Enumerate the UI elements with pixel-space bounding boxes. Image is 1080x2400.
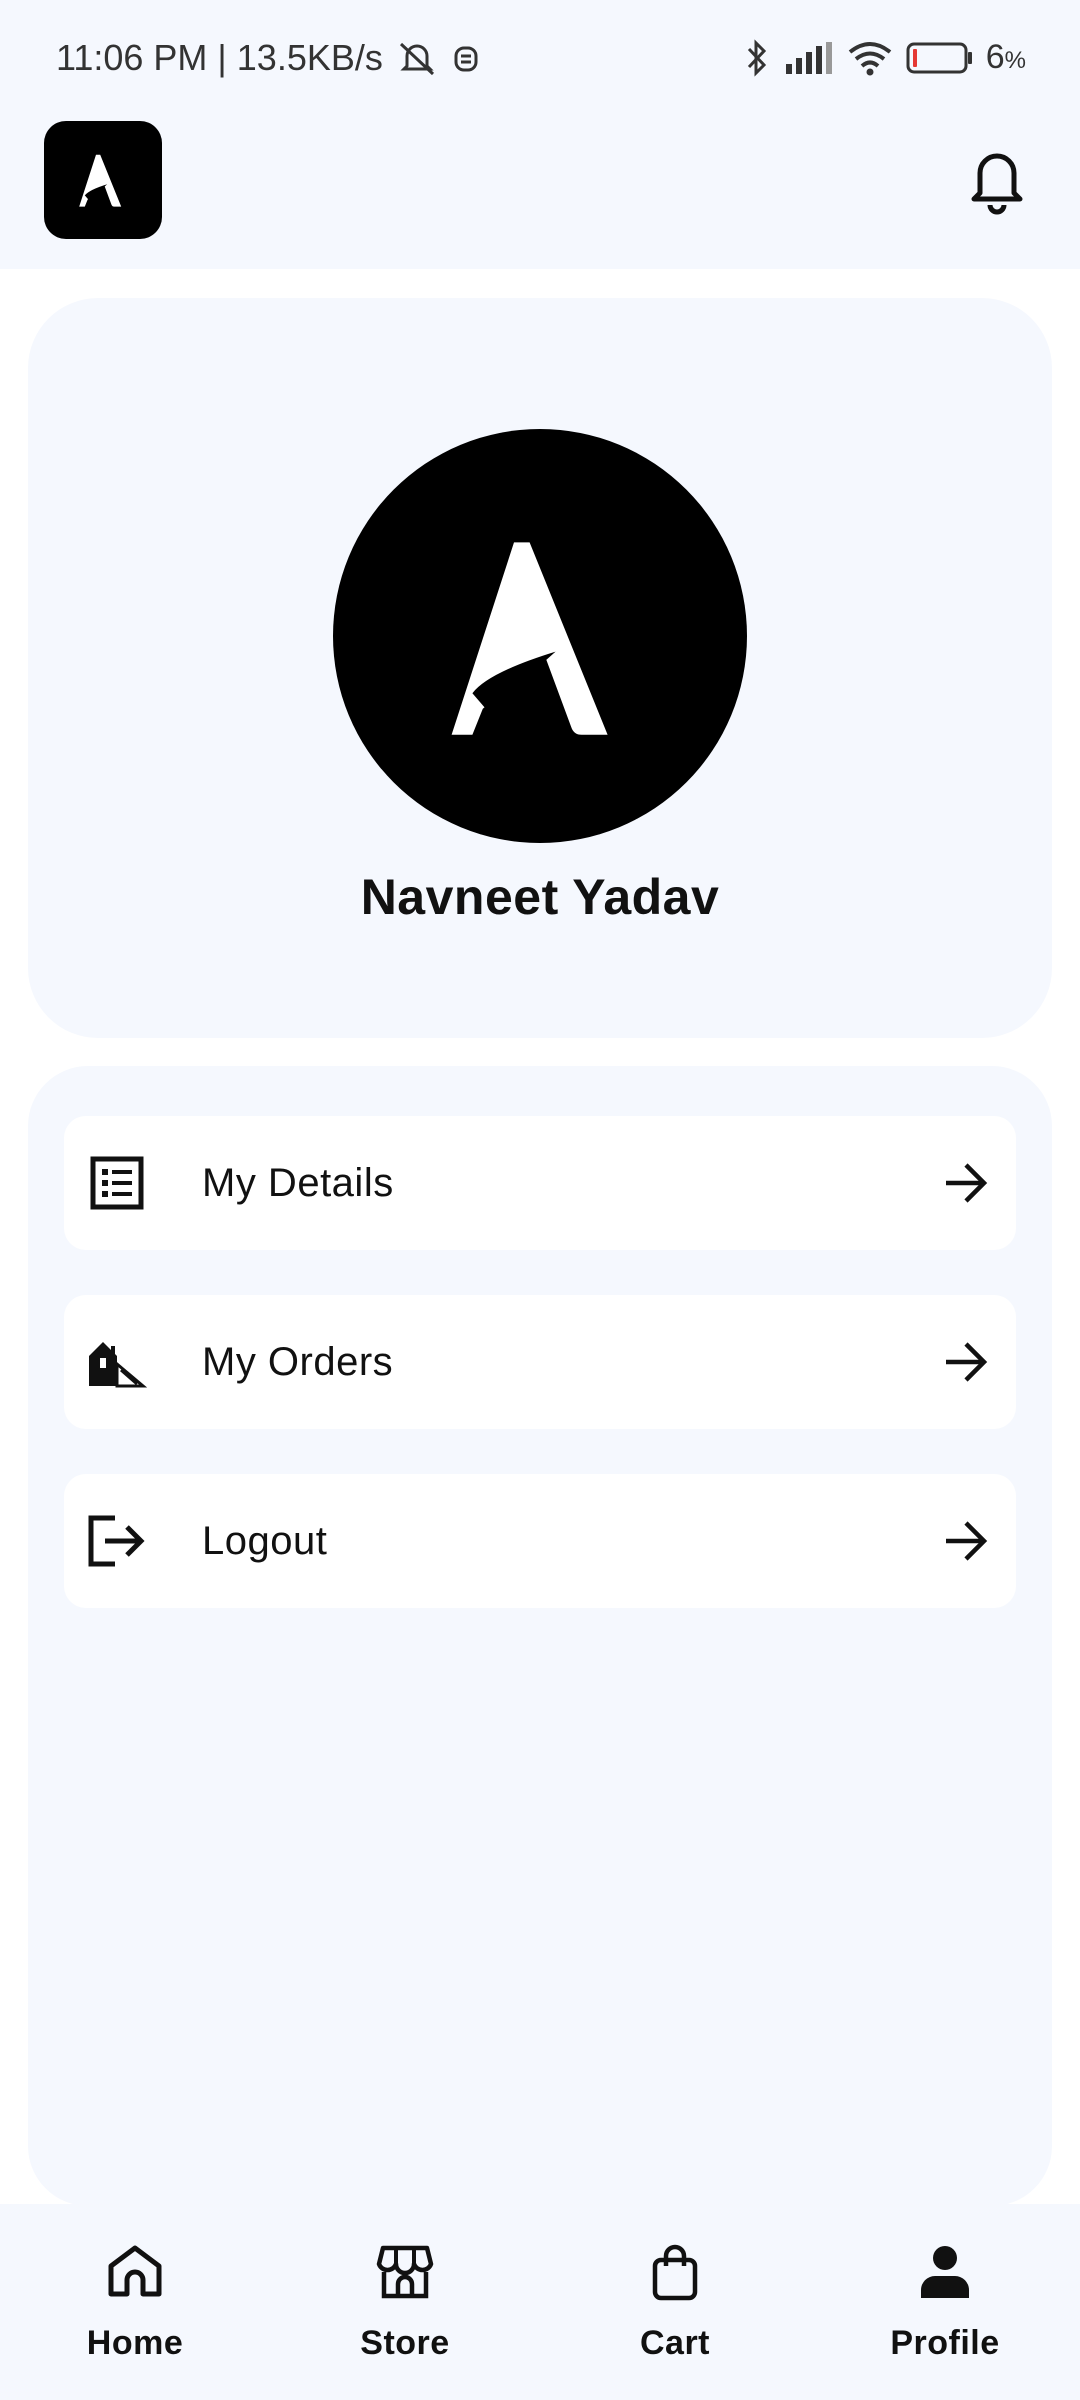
arrow-right-icon — [936, 1332, 996, 1392]
logout-icon — [84, 1508, 150, 1574]
status-bar-left: 11:06 PM | 13.5KB/s — [56, 37, 481, 79]
nav-label: Cart — [639, 2324, 711, 2362]
menu-item-logout[interactable]: Logout — [64, 1474, 1016, 1608]
arrow-right-icon — [936, 1511, 996, 1571]
menu-item-label: My Orders — [202, 1339, 394, 1384]
profile-card: Navneet Yadav — [28, 298, 1052, 1038]
shop-orders-icon — [84, 1329, 150, 1395]
status-time-speed: 11:06 PM | 13.5KB/s — [56, 36, 383, 78]
menu-item-my-orders[interactable]: My Orders — [64, 1295, 1016, 1429]
battery-level: 6% — [986, 38, 1026, 77]
menu-item-my-details[interactable]: My Details — [64, 1116, 1016, 1250]
avatar[interactable] — [333, 429, 747, 843]
home-icon — [105, 2240, 165, 2304]
store-icon — [375, 2240, 435, 2304]
battery-icon — [906, 41, 974, 75]
nav-item-home[interactable]: Home — [0, 2204, 270, 2400]
list-details-icon — [84, 1150, 150, 1216]
bottom-navigation: Home Store Cart Profile — [0, 2204, 1080, 2400]
nav-item-store[interactable]: Store — [270, 2204, 540, 2400]
menu-item-label: My Details — [202, 1160, 394, 1205]
mute-bell-icon — [395, 38, 439, 78]
nav-item-profile[interactable]: Profile — [810, 2204, 1080, 2400]
person-icon — [919, 2240, 971, 2304]
shopping-bag-icon — [647, 2240, 703, 2304]
android-face-icon — [451, 40, 481, 76]
wifi-icon — [846, 40, 894, 76]
battery-percent: 6 — [985, 38, 1005, 76]
nav-item-cart[interactable]: Cart — [540, 2204, 810, 2400]
nav-label: Store — [360, 2324, 450, 2362]
status-bar-right: 6% — [742, 38, 1026, 78]
signal-icon — [784, 40, 834, 76]
brand-logo-icon[interactable] — [44, 121, 162, 239]
arrow-right-icon — [936, 1153, 996, 1213]
status-bar: 11:06 PM | 13.5KB/s 6% — [0, 0, 1080, 115]
nav-label: Profile — [890, 2324, 1000, 2362]
brand-logo-icon — [451, 542, 608, 735]
bell-icon[interactable] — [964, 143, 1030, 220]
user-name: Navneet Yadav — [360, 869, 720, 925]
app-bar — [0, 115, 1080, 269]
nav-label: Home — [86, 2324, 184, 2362]
menu-card: My Details My Orders Logout — [28, 1066, 1052, 2206]
battery-unit: % — [1004, 47, 1026, 74]
bluetooth-icon — [742, 38, 772, 78]
menu-item-label: Logout — [202, 1518, 328, 1563]
